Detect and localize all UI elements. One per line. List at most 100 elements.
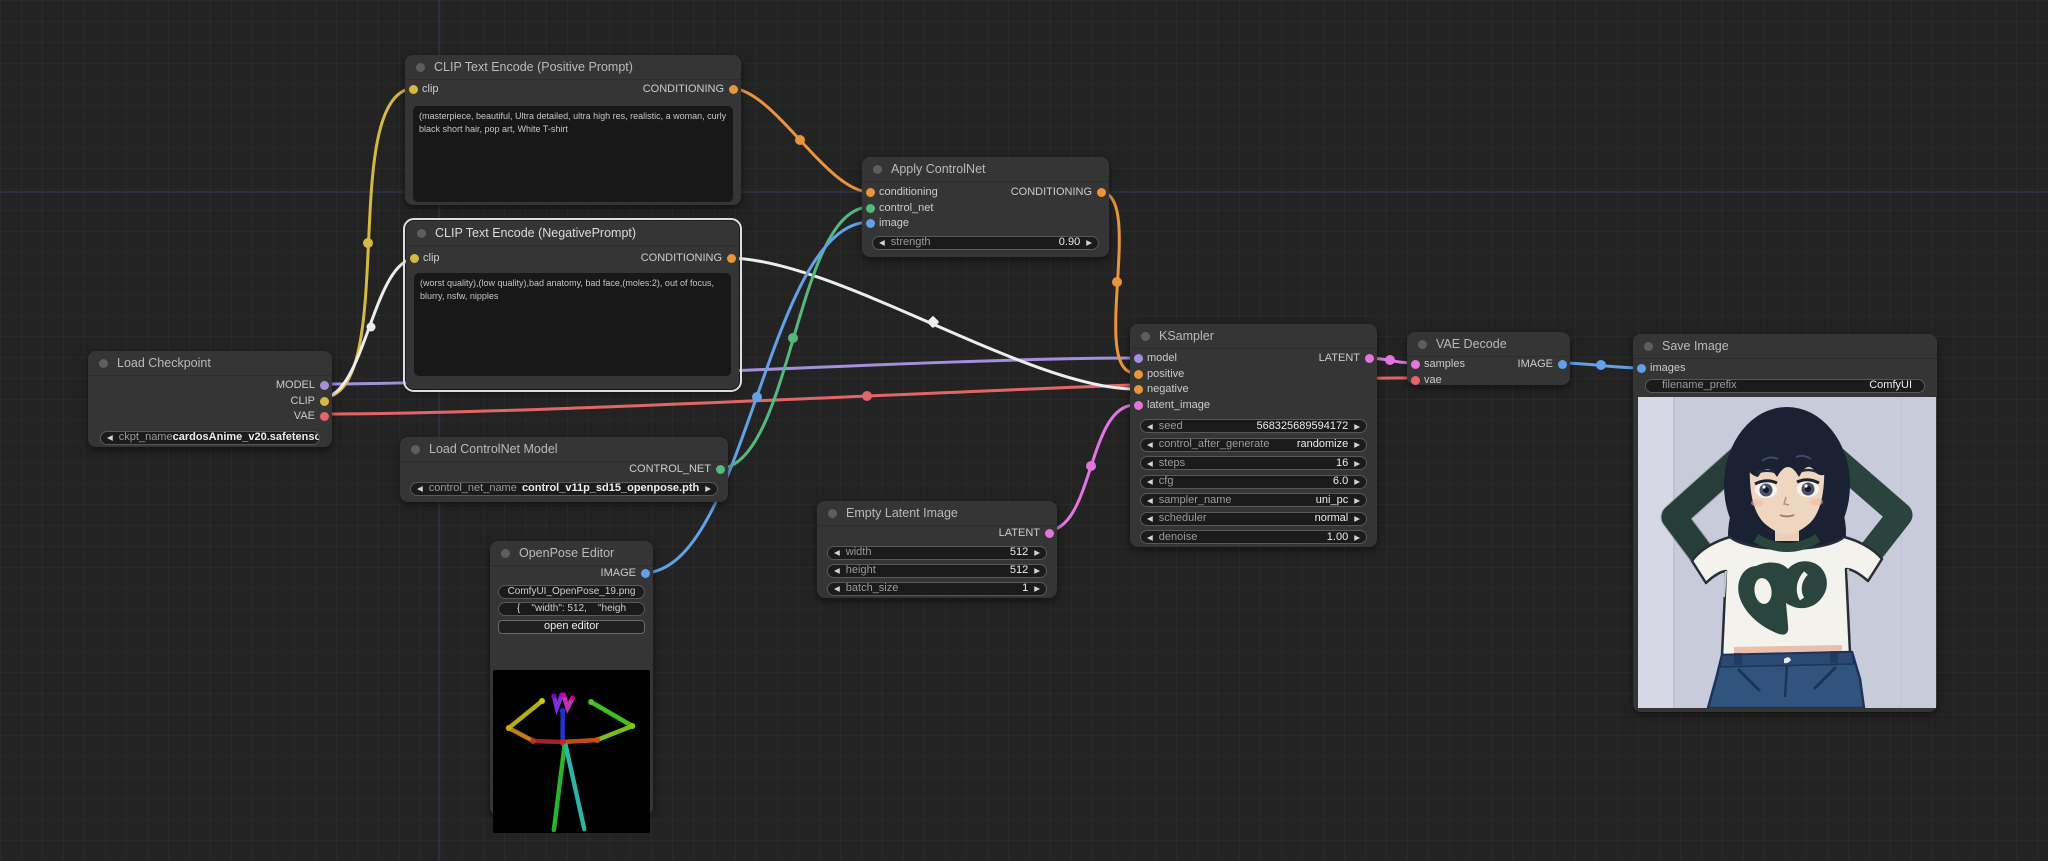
increment-arrow-icon[interactable]: ▶ bbox=[1354, 476, 1360, 488]
node-title-bar[interactable]: VAE Decode bbox=[1407, 332, 1570, 357]
conditioning-output-dot[interactable] bbox=[728, 85, 738, 95]
latent-output-dot[interactable] bbox=[1044, 529, 1054, 539]
widget-batch-size[interactable]: ◀ batch_size 1 ▶ bbox=[827, 581, 1047, 596]
increment-arrow-icon[interactable]: ▶ bbox=[705, 483, 711, 495]
node-ksampler[interactable]: KSampler model LATENT positive negative … bbox=[1130, 324, 1377, 547]
vae-output-dot[interactable] bbox=[319, 412, 329, 422]
widget-ckpt-name[interactable]: ◀ ckpt_name cardosAnime_v20.safetensors … bbox=[100, 430, 320, 445]
collapse-dot-icon[interactable] bbox=[416, 62, 425, 72]
widget-control-net-name[interactable]: ◀ control_net_name control_v11p_sd15_ope… bbox=[410, 481, 718, 496]
images-input-dot[interactable] bbox=[1636, 364, 1646, 374]
node-title-bar[interactable]: CLIP Text Encode (NegativePrompt) bbox=[406, 221, 739, 246]
samples-input-dot[interactable] bbox=[1410, 360, 1420, 370]
widget-sampler-name[interactable]: ◀ sampler_name uni_pc ▶ bbox=[1140, 493, 1367, 507]
increment-arrow-icon[interactable]: ▶ bbox=[1034, 547, 1040, 559]
vae-input-dot[interactable] bbox=[1410, 375, 1420, 385]
decrement-arrow-icon[interactable]: ◀ bbox=[1147, 420, 1153, 432]
decrement-arrow-icon[interactable]: ◀ bbox=[879, 237, 885, 249]
increment-arrow-icon[interactable]: ▶ bbox=[1034, 583, 1040, 595]
node-title-bar[interactable]: Save Image bbox=[1633, 334, 1937, 359]
negative-prompt-textarea[interactable]: (worst quality),(low quality),bad anatom… bbox=[414, 273, 731, 376]
widget-filename-prefix[interactable]: filename_prefix ComfyUI bbox=[1645, 378, 1925, 393]
node-title-bar[interactable]: Load Checkpoint bbox=[88, 351, 332, 376]
widget-denoise[interactable]: ◀ denoise 1.00 ▶ bbox=[1140, 530, 1367, 544]
image-output-dot[interactable] bbox=[1557, 360, 1567, 370]
clip-input-dot[interactable] bbox=[408, 85, 418, 95]
latent-output-dot[interactable] bbox=[1364, 354, 1374, 364]
decrement-arrow-icon[interactable]: ◀ bbox=[1147, 457, 1153, 469]
positive-prompt-textarea[interactable]: (masterpiece, beautiful, Ultra detailed,… bbox=[413, 106, 733, 202]
model-output-dot[interactable] bbox=[319, 381, 329, 391]
increment-arrow-icon[interactable]: ▶ bbox=[1354, 420, 1360, 432]
widget-strength[interactable]: ◀ strength 0.90 ▶ bbox=[872, 235, 1099, 250]
increment-arrow-icon[interactable]: ▶ bbox=[1034, 565, 1040, 577]
widget-seed[interactable]: ◀ seed 568325689594172 ▶ bbox=[1140, 419, 1367, 433]
node-title-bar[interactable]: KSampler bbox=[1130, 324, 1377, 349]
node-load-checkpoint[interactable]: Load Checkpoint MODEL CLIP VAE ◀ ckpt_na… bbox=[88, 351, 332, 447]
decrement-arrow-icon[interactable]: ◀ bbox=[107, 432, 113, 444]
collapse-dot-icon[interactable] bbox=[1418, 339, 1427, 349]
increment-arrow-icon[interactable]: ▶ bbox=[1354, 531, 1360, 543]
node-title-bar[interactable]: Empty Latent Image bbox=[817, 501, 1057, 526]
collapse-dot-icon[interactable] bbox=[417, 228, 426, 238]
widget-cfg[interactable]: ◀ cfg 6.0 ▶ bbox=[1140, 474, 1367, 489]
model-input-dot[interactable] bbox=[1133, 354, 1143, 364]
collapse-dot-icon[interactable] bbox=[411, 444, 420, 454]
clip-input-dot[interactable] bbox=[409, 254, 419, 264]
positive-input-dot[interactable] bbox=[1133, 369, 1143, 379]
node-vae-decode[interactable]: VAE Decode samples IMAGE vae bbox=[1407, 332, 1570, 386]
decrement-arrow-icon[interactable]: ◀ bbox=[834, 583, 840, 595]
conditioning-output-dot[interactable] bbox=[726, 254, 736, 264]
node-graph-canvas[interactable]: Load Checkpoint MODEL CLIP VAE ◀ ckpt_na… bbox=[0, 0, 2048, 861]
node-title-bar[interactable]: Apply ControlNet bbox=[862, 157, 1109, 182]
decrement-arrow-icon[interactable]: ◀ bbox=[1147, 476, 1153, 488]
node-load-controlnet-model[interactable]: Load ControlNet Model CONTROL_NET ◀ cont… bbox=[400, 437, 728, 502]
increment-arrow-icon[interactable]: ▶ bbox=[1354, 513, 1360, 525]
decrement-arrow-icon[interactable]: ◀ bbox=[1147, 513, 1153, 525]
widget-width[interactable]: ◀ width 512 ▶ bbox=[827, 545, 1047, 560]
collapse-dot-icon[interactable] bbox=[501, 548, 510, 558]
node-save-image[interactable]: Save Image images filename_prefix ComfyU… bbox=[1633, 334, 1937, 712]
node-title-bar[interactable]: Load ControlNet Model bbox=[400, 437, 728, 462]
widget-steps[interactable]: ◀ steps 16 ▶ bbox=[1140, 456, 1367, 470]
collapse-dot-icon[interactable] bbox=[1141, 331, 1150, 341]
increment-arrow-icon[interactable]: ▶ bbox=[1086, 237, 1092, 249]
input-label-vae: vae bbox=[1424, 373, 1442, 386]
node-title-bar[interactable]: CLIP Text Encode (Positive Prompt) bbox=[405, 55, 741, 80]
collapse-dot-icon[interactable] bbox=[828, 508, 837, 518]
open-editor-button[interactable]: open editor bbox=[498, 619, 645, 634]
node-title-bar[interactable]: OpenPose Editor bbox=[490, 541, 653, 566]
node-openpose-editor[interactable]: OpenPose Editor IMAGE ComfyUI_OpenPose_1… bbox=[490, 541, 653, 833]
conditioning-output-dot[interactable] bbox=[1096, 188, 1106, 198]
decrement-arrow-icon[interactable]: ◀ bbox=[1147, 494, 1153, 506]
control-net-input-dot[interactable] bbox=[865, 203, 875, 213]
node-apply-controlnet[interactable]: Apply ControlNet conditioning CONDITIONI… bbox=[862, 157, 1109, 257]
increment-arrow-icon[interactable]: ▶ bbox=[1354, 439, 1360, 451]
increment-arrow-icon[interactable]: ▶ bbox=[1354, 494, 1360, 506]
widget-pose-json[interactable]: { "width": 512, "heigh bbox=[498, 601, 645, 616]
image-output-dot[interactable] bbox=[640, 569, 650, 579]
conditioning-input-dot[interactable] bbox=[865, 188, 875, 198]
decrement-arrow-icon[interactable]: ◀ bbox=[1147, 531, 1153, 543]
widget-scheduler[interactable]: ◀ scheduler normal ▶ bbox=[1140, 511, 1367, 526]
node-title: Empty Latent Image bbox=[846, 506, 958, 520]
decrement-arrow-icon[interactable]: ◀ bbox=[834, 565, 840, 577]
control-net-output-dot[interactable] bbox=[715, 465, 725, 475]
decrement-arrow-icon[interactable]: ◀ bbox=[834, 547, 840, 559]
image-input-dot[interactable] bbox=[865, 219, 875, 229]
collapse-dot-icon[interactable] bbox=[873, 164, 882, 174]
collapse-dot-icon[interactable] bbox=[1644, 341, 1653, 351]
node-empty-latent-image[interactable]: Empty Latent Image LATENT ◀ width 512 ▶ … bbox=[817, 501, 1057, 598]
node-clip-text-encode-positive[interactable]: CLIP Text Encode (Positive Prompt) clip … bbox=[405, 55, 741, 205]
decrement-arrow-icon[interactable]: ◀ bbox=[1147, 439, 1153, 451]
increment-arrow-icon[interactable]: ▶ bbox=[1354, 457, 1360, 469]
collapse-dot-icon[interactable] bbox=[99, 358, 108, 368]
latent-image-input-dot[interactable] bbox=[1133, 400, 1143, 410]
widget-height[interactable]: ◀ height 512 ▶ bbox=[827, 563, 1047, 578]
widget-pose-filename[interactable]: ComfyUI_OpenPose_19.png bbox=[498, 584, 645, 599]
node-clip-text-encode-negative[interactable]: CLIP Text Encode (NegativePrompt) clip C… bbox=[403, 218, 742, 392]
decrement-arrow-icon[interactable]: ◀ bbox=[417, 483, 423, 495]
clip-output-dot[interactable] bbox=[319, 396, 329, 406]
widget-control-after-generate[interactable]: ◀ control_after_generate randomize ▶ bbox=[1140, 437, 1367, 452]
negative-input-dot[interactable] bbox=[1133, 385, 1143, 395]
